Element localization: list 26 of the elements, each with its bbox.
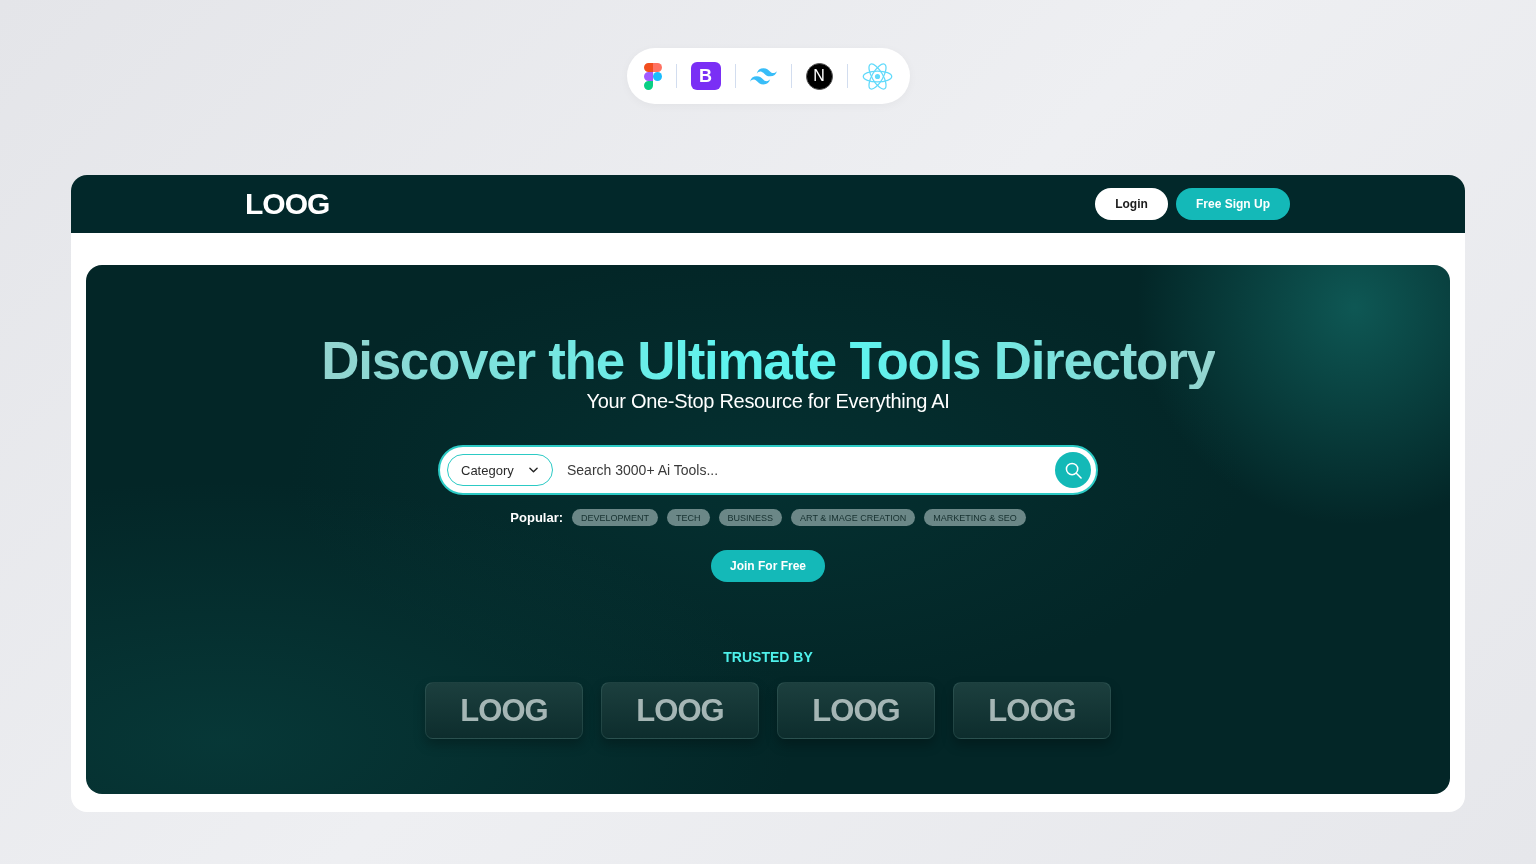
tag-chip[interactable]: DEVELOPMENT — [572, 509, 659, 526]
signup-button[interactable]: Free Sign Up — [1176, 188, 1290, 220]
atom-icon — [861, 61, 893, 91]
search-field[interactable]: Category Search 3000+ Ai Tools... — [438, 445, 1098, 495]
partner-logo: LOOG — [601, 682, 759, 739]
letter-tile-logo: B — [690, 62, 721, 90]
site-logo[interactable]: LOOG — [245, 187, 330, 221]
search-button[interactable] — [1055, 452, 1091, 488]
partner-logo: LOOG — [953, 682, 1111, 739]
tag-chip[interactable]: MARKETING & SEO — [924, 509, 1026, 526]
chevron-down-icon — [529, 467, 538, 473]
tag-chip[interactable]: BUSINESS — [718, 509, 783, 526]
search-icon — [1064, 461, 1082, 479]
tag-chip[interactable]: TECH — [667, 509, 710, 526]
letter-circle-logo: N — [805, 62, 833, 90]
login-button[interactable]: Login — [1095, 188, 1168, 220]
hero-subtitle: Your One-Stop Resource for Everything AI — [586, 389, 950, 413]
category-dropdown[interactable]: Category — [447, 454, 553, 486]
waves-icon — [749, 67, 777, 85]
trusted-heading: TRUSTED BY — [723, 648, 813, 666]
colored-shapes-icon — [643, 62, 662, 90]
join-button[interactable]: Join For Free — [711, 550, 825, 582]
popular-label: Popular: — [510, 510, 564, 525]
tag-chip[interactable]: ART & IMAGE CREATION — [791, 509, 916, 526]
partner-logo: LOOG — [425, 682, 583, 739]
partner-logo: LOOG — [777, 682, 935, 739]
